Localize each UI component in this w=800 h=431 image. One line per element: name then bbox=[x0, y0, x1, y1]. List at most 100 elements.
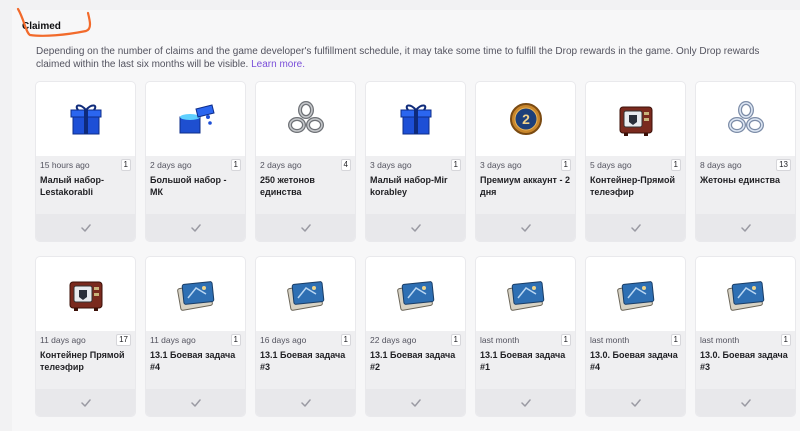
claimed-time: last month bbox=[480, 335, 520, 345]
quantity-badge: 1 bbox=[670, 334, 681, 346]
claimed-status-bar bbox=[146, 214, 245, 241]
drop-reward-card[interactable]: last month 1 13.1 Боевая задача #1 bbox=[476, 257, 575, 416]
claimed-status-bar bbox=[366, 389, 465, 416]
reward-title: 250 жетонов единства bbox=[260, 175, 315, 197]
claimed-time: 11 days ago bbox=[40, 335, 86, 345]
claimed-status-bar bbox=[696, 214, 795, 241]
reward-image bbox=[366, 257, 465, 331]
unity-token-silver-icon bbox=[286, 99, 326, 139]
drop-reward-card[interactable]: 16 days ago 1 13.1 Боевая задача #3 bbox=[256, 257, 355, 416]
reward-info: 16 days ago 1 13.1 Боевая задача #3 bbox=[256, 331, 355, 389]
quantity-badge: 1 bbox=[560, 334, 571, 346]
reward-title: Малый набор-Lestakorabli bbox=[40, 175, 105, 197]
drop-reward-card[interactable]: 8 days ago 13 Жетоны единства bbox=[696, 82, 795, 241]
reward-title: 13.1 Боевая задача #3 bbox=[260, 350, 346, 372]
drop-reward-card[interactable]: 15 hours ago 1 Малый набор-Lestakorabli bbox=[36, 82, 135, 241]
checkmark-icon bbox=[740, 398, 751, 407]
drop-reward-card[interactable]: 11 days ago 17 Контейнер Прямой телеэфир bbox=[36, 257, 135, 416]
reward-title: Жетоны единства bbox=[700, 175, 780, 185]
reward-image bbox=[586, 257, 685, 331]
tab-row: Claimed bbox=[16, 7, 92, 39]
claimed-status-bar bbox=[586, 214, 685, 241]
claimed-time: 2 days ago bbox=[150, 160, 192, 170]
reward-info: 8 days ago 13 Жетоны единства bbox=[696, 156, 795, 214]
quantity-badge: 1 bbox=[340, 334, 351, 346]
reward-info: 5 days ago 1 Контейнер-Прямой телеэфир bbox=[586, 156, 685, 214]
drop-reward-card[interactable]: last month 1 13.0. Боевая задача #4 bbox=[586, 257, 685, 416]
reward-title: 13.1 Боевая задача #1 bbox=[480, 350, 566, 372]
reward-title: Большой набор - МК bbox=[150, 175, 227, 197]
reward-title: Малый набор-Mir korabley bbox=[370, 175, 448, 197]
quantity-badge: 17 bbox=[116, 334, 131, 346]
checkmark-icon bbox=[410, 223, 421, 232]
reward-image bbox=[696, 257, 795, 331]
drops-inventory-panel: Claimed Depending on the number of claim… bbox=[12, 7, 800, 431]
open-blue-gift-box-icon bbox=[174, 99, 218, 139]
tab-claimed[interactable]: Claimed bbox=[16, 7, 92, 39]
drop-reward-card[interactable]: 22 days ago 1 13.1 Боевая задача #2 bbox=[366, 257, 465, 416]
combat-mission-card-icon bbox=[724, 274, 768, 314]
learn-more-link[interactable]: Learn more. bbox=[251, 59, 305, 70]
tv-container-icon bbox=[64, 274, 108, 314]
claimed-time: last month bbox=[590, 335, 630, 345]
reward-image: 2 bbox=[476, 82, 575, 156]
tv-container-icon bbox=[614, 99, 658, 139]
reward-info: 3 days ago 1 Малый набор-Mir korabley bbox=[366, 156, 465, 214]
reward-image bbox=[366, 82, 465, 156]
claimed-status-bar bbox=[476, 389, 575, 416]
reward-image bbox=[36, 82, 135, 156]
claimed-time: 5 days ago bbox=[590, 160, 632, 170]
reward-title: 13.1 Боевая задача #2 bbox=[370, 350, 456, 372]
claimed-time: last month bbox=[700, 335, 740, 345]
reward-title: Премиум аккаунт - 2 дня bbox=[480, 175, 570, 197]
blue-gift-box-icon bbox=[396, 99, 436, 139]
combat-mission-card-icon bbox=[504, 274, 548, 314]
combat-mission-card-icon bbox=[174, 274, 218, 314]
drop-reward-card[interactable]: last month 1 13.0. Боевая задача #3 bbox=[696, 257, 795, 416]
checkmark-icon bbox=[520, 398, 531, 407]
claimed-time: 22 days ago bbox=[370, 335, 417, 345]
claimed-status-bar bbox=[256, 214, 355, 241]
claimed-status-bar bbox=[476, 214, 575, 241]
claimed-status-bar bbox=[146, 389, 245, 416]
drops-row: 15 hours ago 1 Малый набор-Lestakorabli 2 d… bbox=[36, 82, 795, 241]
quantity-badge: 1 bbox=[120, 159, 131, 171]
reward-info: 22 days ago 1 13.1 Боевая задача #2 bbox=[366, 331, 465, 389]
checkmark-icon bbox=[300, 398, 311, 407]
checkmark-icon bbox=[80, 223, 91, 232]
claimed-status-bar bbox=[256, 389, 355, 416]
claimed-status-bar bbox=[366, 214, 465, 241]
checkmark-icon bbox=[190, 223, 201, 232]
drops-row: 11 days ago 17 Контейнер Прямой телеэфир 11… bbox=[36, 257, 795, 416]
reward-image bbox=[256, 257, 355, 331]
claimed-time: 8 days ago bbox=[700, 160, 742, 170]
quantity-badge: 4 bbox=[340, 159, 351, 171]
reward-image bbox=[36, 257, 135, 331]
reward-info: 2 days ago 1 Большой набор - МК bbox=[146, 156, 245, 214]
combat-mission-card-icon bbox=[394, 274, 438, 314]
claims-description: Depending on the number of claims and th… bbox=[36, 46, 796, 71]
reward-info: 3 days ago 1 Премиум аккаунт - 2 дня bbox=[476, 156, 575, 214]
checkmark-icon bbox=[410, 398, 421, 407]
reward-info: 11 days ago 1 13.1 Боевая задача #4 bbox=[146, 331, 245, 389]
drop-reward-card[interactable]: 2 days ago 4 250 жетонов единства bbox=[256, 82, 355, 241]
drop-reward-card[interactable]: 11 days ago 1 13.1 Боевая задача #4 bbox=[146, 257, 245, 416]
reward-title: 13.0. Боевая задача #4 bbox=[590, 350, 678, 372]
checkmark-icon bbox=[630, 398, 641, 407]
drop-reward-card[interactable]: 5 days ago 1 Контейнер-Прямой телеэфир bbox=[586, 82, 685, 241]
reward-title: Контейнер-Прямой телеэфир bbox=[590, 175, 675, 197]
annotation-scribble bbox=[16, 7, 92, 37]
reward-image bbox=[146, 82, 245, 156]
claimed-time: 3 days ago bbox=[370, 160, 412, 170]
claimed-status-bar bbox=[36, 214, 135, 241]
reward-title: 13.1 Боевая задача #4 bbox=[150, 350, 236, 372]
drop-reward-card[interactable]: 2 days ago 1 Большой набор - МК bbox=[146, 82, 245, 241]
quantity-badge: 1 bbox=[670, 159, 681, 171]
checkmark-icon bbox=[740, 223, 751, 232]
drop-reward-card[interactable]: 2 3 days ago 1 Премиум аккаунт - 2 дня bbox=[476, 82, 575, 241]
reward-info: 2 days ago 4 250 жетонов единства bbox=[256, 156, 355, 214]
quantity-badge: 1 bbox=[450, 334, 461, 346]
checkmark-icon bbox=[520, 223, 531, 232]
drop-reward-card[interactable]: 3 days ago 1 Малый набор-Mir korabley bbox=[366, 82, 465, 241]
claimed-status-bar bbox=[36, 389, 135, 416]
